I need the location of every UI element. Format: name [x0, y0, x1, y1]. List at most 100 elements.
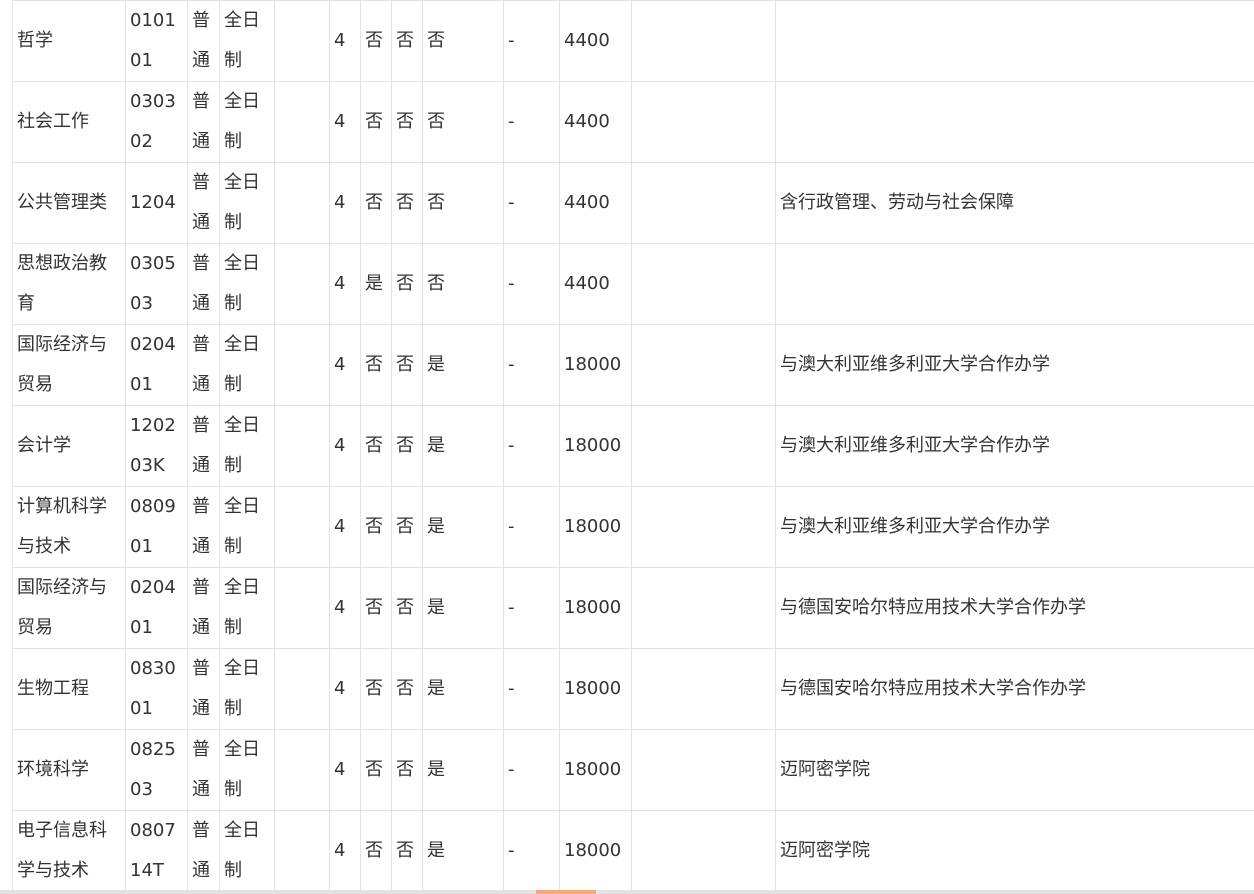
- tuition-fee-cell: 4400: [559, 243, 632, 325]
- majors-table: 哲学 010101 普通 全日制 4 否否否 -4400 社会工作 030302 普通 全日制 4 否否…: [12, 0, 1254, 892]
- tuition-fee-cell: 4400: [559, 0, 632, 82]
- major-code-cell: 020401: [125, 324, 188, 406]
- remark-cell: 迈阿密学院: [775, 729, 1254, 811]
- duration-cell: 4: [329, 567, 361, 649]
- study-form-cell: 全日制: [219, 81, 275, 163]
- major-code-cell: 082503: [125, 729, 188, 811]
- flag-a-cell: 否: [360, 324, 392, 406]
- major-code-cell: 030302: [125, 81, 188, 163]
- remark-cell: 与德国安哈尔特应用技术大学合作办学: [775, 567, 1254, 649]
- flag-c-cell: 是: [422, 729, 504, 811]
- majors-table-body: 哲学 010101 普通 全日制 4 否否否 -4400 社会工作 030302 普通 全日制 4 否否…: [12, 0, 1254, 892]
- major-name-cell: 国际经济与贸易: [12, 567, 126, 649]
- study-form-cell: 全日制: [219, 648, 275, 730]
- admission-type-cell: 普通: [187, 486, 220, 568]
- blank-cell: [274, 486, 330, 568]
- tuition-fee-cell: 4400: [559, 162, 632, 244]
- dash-cell: -: [503, 648, 560, 730]
- blank-cell: [274, 648, 330, 730]
- dash-cell: -: [503, 162, 560, 244]
- table-row: 公共管理类 1204 普通 全日制 4 否否否 -4400 含行政管理、劳动与社会保障: [12, 162, 1254, 244]
- admission-type-cell: 普通: [187, 243, 220, 325]
- major-code-cell: 010101: [125, 0, 188, 82]
- flag-b-cell: 否: [391, 486, 423, 568]
- duration-cell: 4: [329, 324, 361, 406]
- dash-cell: -: [503, 243, 560, 325]
- tuition-fee-cell: 18000: [559, 729, 632, 811]
- study-form-cell: 全日制: [219, 810, 275, 892]
- flag-b-cell: 否: [391, 324, 423, 406]
- dash-cell: -: [503, 486, 560, 568]
- major-code-cell: 080901: [125, 486, 188, 568]
- admission-type-cell: 普通: [187, 81, 220, 163]
- flag-b-cell: 否: [391, 0, 423, 82]
- scrollbar-thumb[interactable]: [536, 890, 596, 894]
- empty-cell: [631, 324, 776, 406]
- duration-cell: 4: [329, 0, 361, 82]
- remark-cell: [775, 81, 1254, 163]
- remark-cell: 含行政管理、劳动与社会保障: [775, 162, 1254, 244]
- flag-b-cell: 否: [391, 162, 423, 244]
- flag-c-cell: 否: [422, 243, 504, 325]
- flag-b-cell: 否: [391, 567, 423, 649]
- major-name-cell: 哲学: [12, 0, 126, 82]
- major-code-cell: 080714T: [125, 810, 188, 892]
- table-row: 社会工作 030302 普通 全日制 4 否否否 -4400: [12, 81, 1254, 163]
- major-name-cell: 计算机科学与技术: [12, 486, 126, 568]
- flag-c-cell: 是: [422, 810, 504, 892]
- remark-cell: 迈阿密学院: [775, 810, 1254, 892]
- duration-cell: 4: [329, 648, 361, 730]
- empty-cell: [631, 405, 776, 487]
- admission-type-cell: 普通: [187, 729, 220, 811]
- flag-a-cell: 否: [360, 729, 392, 811]
- duration-cell: 4: [329, 729, 361, 811]
- remark-cell: 与澳大利亚维多利亚大学合作办学: [775, 405, 1254, 487]
- admission-type-cell: 普通: [187, 810, 220, 892]
- tuition-fee-cell: 18000: [559, 648, 632, 730]
- flag-c-cell: 是: [422, 648, 504, 730]
- flag-a-cell: 否: [360, 0, 392, 82]
- remark-cell: [775, 243, 1254, 325]
- flag-c-cell: 否: [422, 0, 504, 82]
- flag-a-cell: 否: [360, 810, 392, 892]
- major-name-cell: 社会工作: [12, 81, 126, 163]
- horizontal-scrollbar[interactable]: [0, 890, 1254, 894]
- flag-a-cell: 否: [360, 648, 392, 730]
- blank-cell: [274, 0, 330, 82]
- flag-a-cell: 是: [360, 243, 392, 325]
- blank-cell: [274, 81, 330, 163]
- remark-cell: 与澳大利亚维多利亚大学合作办学: [775, 486, 1254, 568]
- flag-b-cell: 否: [391, 810, 423, 892]
- blank-cell: [274, 162, 330, 244]
- flag-a-cell: 否: [360, 567, 392, 649]
- flag-c-cell: 是: [422, 567, 504, 649]
- dash-cell: -: [503, 810, 560, 892]
- study-form-cell: 全日制: [219, 405, 275, 487]
- major-code-cell: 020401: [125, 567, 188, 649]
- flag-a-cell: 否: [360, 162, 392, 244]
- dash-cell: -: [503, 405, 560, 487]
- tuition-fee-cell: 4400: [559, 81, 632, 163]
- blank-cell: [274, 567, 330, 649]
- duration-cell: 4: [329, 810, 361, 892]
- major-code-cell: 030503: [125, 243, 188, 325]
- table-row: 思想政治教育 030503 普通 全日制 4 是否否 -4400: [12, 243, 1254, 325]
- empty-cell: [631, 81, 776, 163]
- study-form-cell: 全日制: [219, 0, 275, 82]
- flag-a-cell: 否: [360, 81, 392, 163]
- table-row: 生物工程 083001 普通 全日制 4 否否是 -18000 与德国安哈尔特应用技术大学合作…: [12, 648, 1254, 730]
- blank-cell: [274, 324, 330, 406]
- study-form-cell: 全日制: [219, 567, 275, 649]
- empty-cell: [631, 810, 776, 892]
- empty-cell: [631, 729, 776, 811]
- major-code-cell: 120203K: [125, 405, 188, 487]
- dash-cell: -: [503, 567, 560, 649]
- flag-c-cell: 是: [422, 324, 504, 406]
- major-name-cell: 环境科学: [12, 729, 126, 811]
- duration-cell: 4: [329, 162, 361, 244]
- admission-type-cell: 普通: [187, 405, 220, 487]
- major-name-cell: 公共管理类: [12, 162, 126, 244]
- blank-cell: [274, 810, 330, 892]
- remark-cell: 与德国安哈尔特应用技术大学合作办学: [775, 648, 1254, 730]
- tuition-fee-cell: 18000: [559, 567, 632, 649]
